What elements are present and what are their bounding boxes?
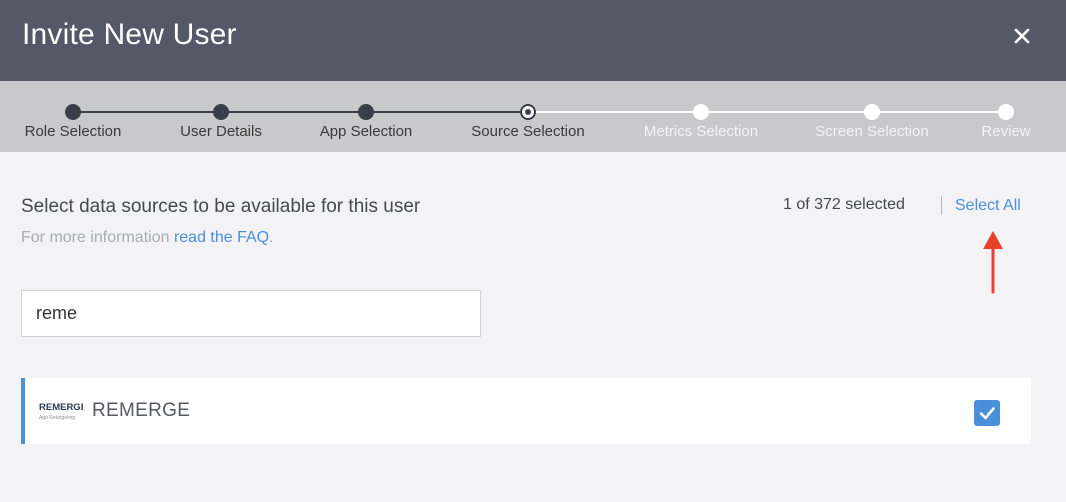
step-dot-app-selection [358, 104, 374, 120]
faq-link[interactable]: read the FAQ [174, 229, 269, 246]
faq-line: For more information read the FAQ. [21, 229, 274, 247]
selected-count: 1 of 372 selected [783, 196, 905, 213]
step-label-user-details[interactable]: User Details [180, 123, 262, 140]
step-dot-screen-selection [864, 104, 880, 120]
source-name: REMERGE [92, 400, 191, 421]
source-result-row[interactable]: REMERGE App Retargeting REMERGE [21, 378, 1031, 444]
step-label-metrics-selection: Metrics Selection [643, 123, 759, 140]
divider [941, 196, 942, 215]
step-dot-metrics-selection [693, 104, 709, 120]
dialog-header: Invite New User [0, 0, 1066, 81]
main-content: Select data sources to be available for … [0, 152, 1066, 502]
faq-suffix: . [269, 229, 274, 246]
step-dot-review [998, 104, 1014, 120]
close-icon[interactable] [1008, 22, 1036, 50]
dialog-title: Invite New User [22, 18, 237, 51]
checkmark-icon [979, 407, 995, 420]
progress-stepper: Role Selection User Details App Selectio… [0, 81, 1066, 152]
step-dot-role-selection [65, 104, 81, 120]
step-label-app-selection[interactable]: App Selection [320, 123, 413, 140]
step-dot-user-details [213, 104, 229, 120]
select-all-link[interactable]: Select All [955, 197, 1021, 215]
annotation-arrow-icon [983, 231, 1003, 294]
stepper-track [65, 104, 1014, 120]
step-label-review: Review [981, 123, 1031, 140]
search-input[interactable] [21, 290, 481, 337]
step-label-screen-selection: Screen Selection [815, 123, 929, 140]
source-checkbox[interactable] [974, 400, 1000, 426]
step-label-source-selection[interactable]: Source Selection [471, 123, 584, 140]
faq-prefix: For more information [21, 229, 174, 246]
remerge-logo-icon: REMERGE App Retargeting [39, 402, 83, 421]
svg-text:REMERGE: REMERGE [39, 402, 83, 413]
step-label-role-selection[interactable]: Role Selection [25, 123, 122, 140]
instructions-text: Select data sources to be available for … [21, 196, 421, 217]
svg-text:App Retargeting: App Retargeting [39, 415, 75, 421]
